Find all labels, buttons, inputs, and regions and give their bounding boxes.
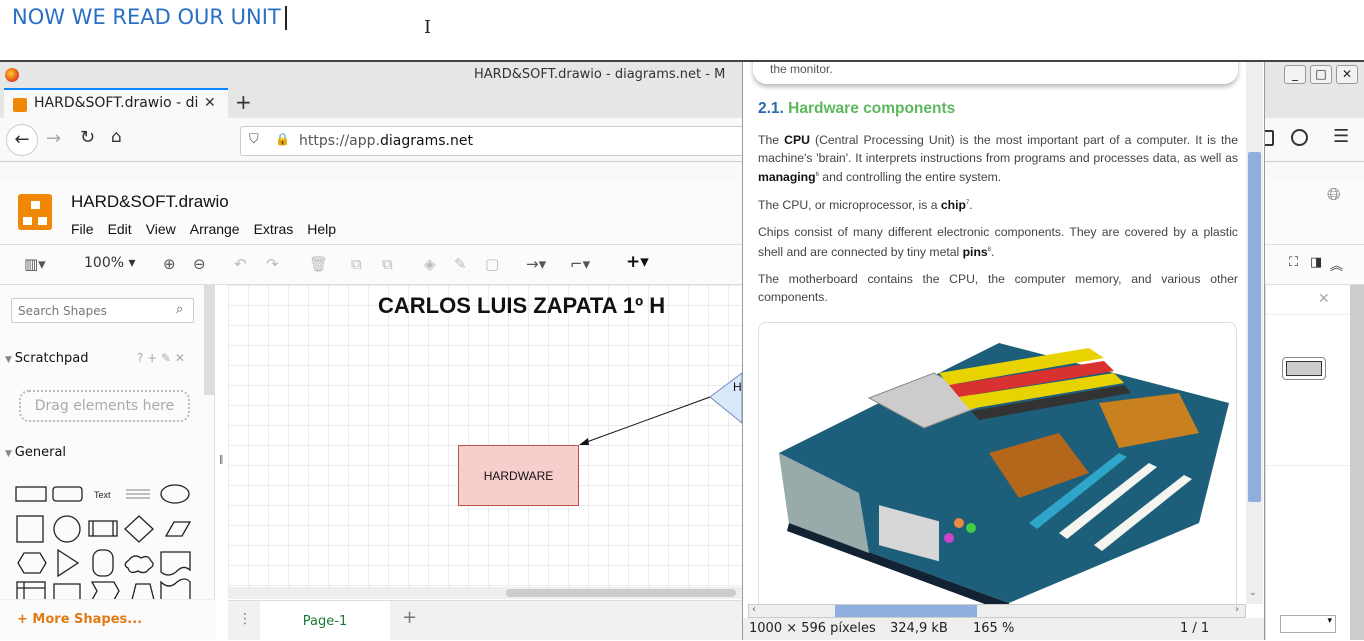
url-bar[interactable]: ⛉ 🔒 https://app.diagrams.net xyxy=(240,126,760,156)
zoom-level: 165 % xyxy=(973,621,1015,636)
text-input-overlay[interactable]: NOW WE READ OUR UNIT I xyxy=(0,0,1364,62)
shadow-icon[interactable]: ▢ xyxy=(485,255,499,273)
motherboard-picture xyxy=(779,343,1229,613)
browser-tab[interactable]: HARD&SOFT.drawio - di ✕ xyxy=(4,88,228,118)
viewer-hscroll-thumb[interactable] xyxy=(835,605,977,617)
page-tab-page-1[interactable]: Page-1 xyxy=(260,601,390,641)
viewer-statusbar: 1000 × 596 píxeles 324,9 kB 165 % 1 / 1 xyxy=(743,618,1264,640)
more-shapes-button[interactable]: + More Shapes... xyxy=(17,612,142,627)
line-color-icon[interactable]: ✎ xyxy=(454,255,467,273)
redo-icon[interactable]: ↷ xyxy=(266,255,279,273)
motherboard-image xyxy=(758,322,1237,613)
maximize-button[interactable]: □ xyxy=(1310,65,1332,84)
close-window-button[interactable]: ✕ xyxy=(1336,65,1358,84)
to-back-icon[interactable]: ⧉ xyxy=(382,255,393,273)
overlay-text[interactable]: NOW WE READ OUR UNIT xyxy=(12,5,287,30)
scroll-left-icon[interactable]: ‹ xyxy=(752,604,756,615)
menu-bar: File Edit View Arrange Extras Help xyxy=(71,221,336,237)
zoom-select[interactable]: 100% ▾ xyxy=(84,255,136,271)
pages-menu-icon[interactable]: ⋮ xyxy=(238,611,252,627)
scroll-down-icon[interactable]: ⌄ xyxy=(1249,588,1257,598)
drawio-favicon-icon xyxy=(13,98,27,112)
menu-edit[interactable]: Edit xyxy=(108,221,132,237)
sidebar-scrollbar[interactable] xyxy=(204,285,214,395)
hamburger-menu-icon[interactable]: ☰ xyxy=(1333,126,1349,147)
diamond-label: H xyxy=(733,380,742,394)
lock-icon: 🔒 xyxy=(275,132,290,146)
scratchpad-tools[interactable]: ? + ✎ ✕ xyxy=(137,351,185,365)
diagram-canvas[interactable]: CARLOS LUIS ZAPATA 1º H HARDWARE H xyxy=(228,285,742,587)
window-title: HARD&SOFT.drawio - diagrams.net - M xyxy=(474,67,726,82)
scratchpad-dropzone[interactable]: Drag elements here xyxy=(19,390,190,422)
text-shape-label: Text xyxy=(94,490,111,500)
drawio-logo-icon xyxy=(18,194,52,230)
home-button[interactable]: ⌂ xyxy=(111,127,122,147)
back-button[interactable]: ← xyxy=(6,124,38,156)
panel-scrollbar[interactable] xyxy=(1350,285,1364,640)
color-swatch-button[interactable] xyxy=(1282,357,1326,380)
paragraph-cpu: The CPU (Central Processing Unit) is the… xyxy=(758,133,1238,185)
file-size: 324,9 kB xyxy=(890,621,948,636)
paragraph-motherboard: The motherboard contains the CPU, the co… xyxy=(758,272,1238,304)
shapes-sidebar: Search Shapes ⌕ ▼ Scratchpad ? + ✎ ✕ Drag… xyxy=(0,285,215,640)
fill-color-icon[interactable]: ◈ xyxy=(424,255,436,273)
zoom-in-icon[interactable]: ⊕ xyxy=(163,255,176,273)
viewer-vscroll-thumb[interactable] xyxy=(1248,152,1261,502)
delete-icon[interactable]: 🗑︎ xyxy=(309,255,328,273)
menu-view[interactable]: View xyxy=(146,221,176,237)
fullscreen-icon[interactable]: ⛶ xyxy=(1289,255,1298,270)
insert-plus-icon[interactable]: +▾ xyxy=(626,252,649,272)
toggle-panel-icon[interactable]: ◨ xyxy=(1310,255,1322,270)
general-shapes-palette[interactable]: Text xyxy=(14,480,194,600)
viewer-vertical-scrollbar[interactable]: ⌄ xyxy=(1246,62,1263,604)
to-front-icon[interactable]: ⧉ xyxy=(351,255,362,273)
image-dimensions: 1000 × 596 píxeles xyxy=(749,621,876,636)
menu-file[interactable]: File xyxy=(71,221,94,237)
format-panel-toggle-icon[interactable]: ▥▾ xyxy=(24,255,46,273)
panel-dropdown[interactable]: ▾ xyxy=(1280,615,1336,633)
minimize-button[interactable]: _ xyxy=(1284,65,1306,84)
image-viewer-window: the monitor. 2.1. Hardware components Th… xyxy=(742,62,1265,640)
forward-button[interactable]: → xyxy=(46,128,61,149)
shield-icon: ⛉ xyxy=(249,132,259,147)
page-tabs-bar: ⋮ Page-1 + xyxy=(228,600,742,641)
menu-extras[interactable]: Extras xyxy=(254,221,294,237)
close-tab-icon[interactable]: ✕ xyxy=(204,95,216,111)
paragraph-chip: The CPU, or microprocessor, is a chip7. xyxy=(758,198,973,213)
zoom-out-icon[interactable]: ⊖ xyxy=(193,255,206,273)
collapse-icon[interactable]: ︽ xyxy=(1330,255,1343,274)
sidebar-resize-handle[interactable]: ‖ xyxy=(219,455,224,465)
language-globe-icon[interactable]: 🌐︎ xyxy=(1327,185,1341,205)
format-panel: ✕ ▾ xyxy=(1265,285,1364,640)
viewer-horizontal-scrollbar[interactable]: ‹ › xyxy=(748,604,1246,618)
file-title[interactable]: HARD&SOFT.drawio xyxy=(71,192,229,212)
ibeam-cursor-icon: I xyxy=(424,17,432,38)
page-fragment-text: the monitor. xyxy=(770,62,833,76)
canvas-horizontal-scrollbar[interactable] xyxy=(228,587,742,599)
page-counter: 1 / 1 xyxy=(1180,621,1210,636)
paragraph-chips: Chips consist of many different electron… xyxy=(758,225,1238,259)
general-header[interactable]: ▼ General xyxy=(5,445,66,460)
firefox-icon xyxy=(5,68,19,82)
connection-style-icon[interactable]: →▾ xyxy=(526,255,546,273)
add-page-button[interactable]: + xyxy=(402,607,417,628)
scratchpad-header[interactable]: ▼ Scratchpad xyxy=(5,351,88,366)
undo-icon[interactable]: ↶ xyxy=(234,255,247,273)
menu-arrange[interactable]: Arrange xyxy=(190,221,240,237)
waypoint-style-icon[interactable]: ⌐▾ xyxy=(570,255,590,273)
close-panel-icon[interactable]: ✕ xyxy=(1318,291,1330,307)
search-icon[interactable]: ⌕ xyxy=(176,302,183,317)
search-shapes-input[interactable]: Search Shapes ⌕ xyxy=(11,298,194,323)
text-caret xyxy=(284,6,287,30)
account-icon[interactable] xyxy=(1291,129,1308,146)
connector-arrow[interactable]: H xyxy=(228,285,742,587)
scroll-right-icon[interactable]: › xyxy=(1235,604,1239,615)
reload-button[interactable]: ↻ xyxy=(80,127,95,148)
new-tab-button[interactable]: + xyxy=(235,90,252,114)
menu-help[interactable]: Help xyxy=(307,221,336,237)
section-heading: 2.1. Hardware components xyxy=(758,100,956,117)
